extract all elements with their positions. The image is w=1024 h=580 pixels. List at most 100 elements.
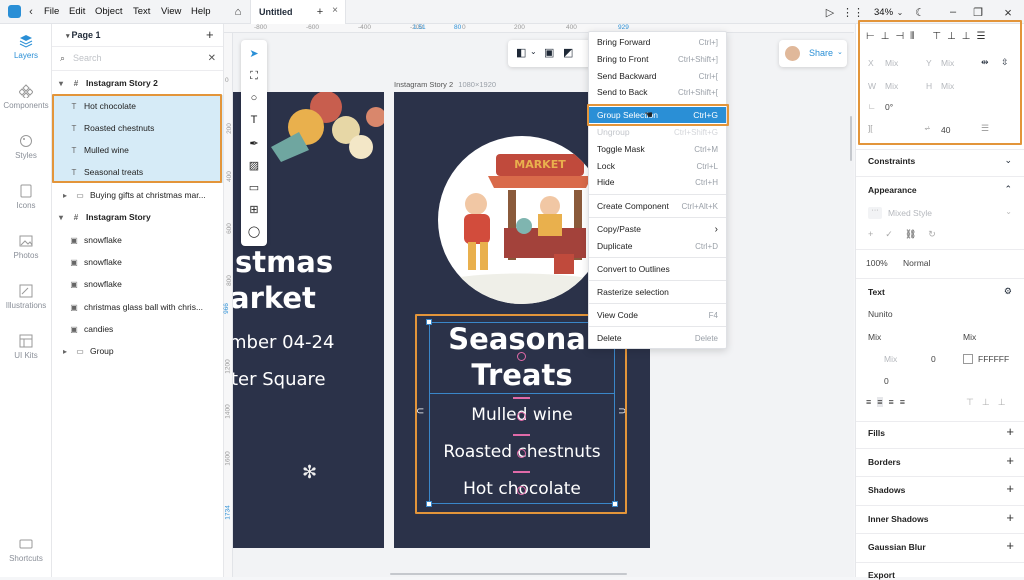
inner-shadows-header[interactable]: Inner Shadows	[868, 514, 928, 524]
nav-components[interactable]: Components	[0, 84, 52, 110]
letter-spacing-input[interactable]: 0	[931, 354, 936, 364]
chevron-down-icon[interactable]: ⌄	[1005, 207, 1012, 216]
app-logo[interactable]	[8, 5, 21, 18]
search-input[interactable]: ⌕ Search ✕	[60, 49, 216, 67]
layer-group[interactable]: ▸ ▭ Group	[52, 340, 223, 362]
frame-tool-icon[interactable]: ⛶	[247, 69, 261, 83]
align-text-left-icon[interactable]: ≡	[866, 397, 871, 407]
vertical-scrollbar[interactable]	[850, 116, 852, 161]
back-icon[interactable]: ‹	[24, 5, 38, 19]
check-icon[interactable]: ✓	[885, 229, 893, 240]
blend-mode[interactable]: Normal	[903, 258, 930, 268]
expand-icon[interactable]: ▸	[60, 347, 70, 356]
paragraph-input[interactable]: 0	[884, 376, 889, 386]
align-text-center-icon[interactable]: ≡	[877, 397, 883, 407]
fills-header[interactable]: Fills	[868, 428, 885, 438]
arrange-icon[interactable]: ◧	[516, 46, 526, 59]
layer-group-instagram-story[interactable]: ▾ # Instagram Story	[52, 206, 223, 228]
constraints-header[interactable]: Constraints	[868, 156, 915, 166]
pointer-tool-icon[interactable]: ➤	[247, 46, 261, 60]
menu-item-duplicate[interactable]: Duplicate Ctrl+D	[589, 238, 726, 254]
frame-label[interactable]: Instagram Story 2 1080×1920	[394, 80, 496, 89]
menu-item-rasterize-selection[interactable]: Rasterize selection	[589, 284, 726, 300]
pen-tool-icon[interactable]: ✒	[247, 136, 261, 150]
text-tool-icon[interactable]: T	[247, 113, 261, 127]
rectangle-tool-icon[interactable]: ▭	[247, 180, 261, 194]
menu-item-send-backward[interactable]: Send Backward Ctrl+[	[589, 68, 726, 84]
nav-illustrations[interactable]: Illustrations	[0, 284, 52, 310]
close-window-icon[interactable]: ×	[1001, 5, 1015, 20]
image-tool-icon[interactable]: ▨	[247, 158, 261, 172]
layer-image-candies[interactable]: ▣ candies	[52, 318, 223, 340]
add-inner-shadow-icon[interactable]: +	[1006, 510, 1014, 525]
add-page-icon[interactable]: +	[206, 27, 214, 42]
horizontal-scrollbar[interactable]	[390, 573, 627, 575]
chevron-down-icon[interactable]: ⌄	[530, 47, 537, 56]
new-tab-icon[interactable]: +	[313, 5, 327, 19]
menu-item-create-component[interactable]: Create Component Ctrl+Alt+K	[589, 198, 726, 214]
nav-layers[interactable]: Layers	[0, 34, 52, 60]
share-button[interactable]: Share ⌄	[779, 40, 847, 67]
menu-object[interactable]: Object	[95, 6, 122, 17]
layer-image-snowflake[interactable]: ▣ snowflake	[52, 273, 223, 295]
font-family[interactable]: Nunito	[868, 309, 893, 319]
export-header[interactable]: Export	[868, 570, 895, 580]
chevron-down-icon[interactable]: ⌄	[893, 5, 907, 19]
maximize-icon[interactable]: ❐	[971, 5, 985, 19]
add-shadow-icon[interactable]: +	[1006, 481, 1014, 496]
expand-icon[interactable]: ▾	[56, 79, 66, 88]
ellipse-tool-icon[interactable]: ○	[247, 91, 261, 105]
zoom-level[interactable]: 34%	[874, 7, 893, 18]
line-height-input[interactable]: Mix	[884, 354, 897, 364]
shadows-header[interactable]: Shadows	[868, 485, 905, 495]
menu-item-copy-paste[interactable]: Copy/Paste ›	[589, 221, 726, 237]
menu-file[interactable]: File	[44, 6, 59, 17]
page-selector[interactable]: ▾ Page 1	[66, 30, 101, 40]
add-fill-icon[interactable]: +	[1006, 424, 1014, 439]
add-border-icon[interactable]: +	[1006, 453, 1014, 468]
minimize-icon[interactable]: –	[946, 5, 960, 19]
align-text-right-icon[interactable]: ≡	[889, 397, 894, 407]
align-text-justify-icon[interactable]: ≡	[900, 397, 905, 407]
style-swatch[interactable]: ···	[868, 207, 882, 219]
opacity-input[interactable]: 100%	[866, 258, 888, 268]
align-text-top-icon[interactable]: ⊤	[966, 397, 974, 408]
play-icon[interactable]: ▷	[823, 5, 837, 19]
menu-item-send-to-back[interactable]: Send to Back Ctrl+Shift+[	[589, 84, 726, 100]
menu-view[interactable]: View	[161, 6, 181, 17]
nav-photos[interactable]: Photos	[0, 234, 52, 260]
home-icon[interactable]: ⌂	[231, 5, 245, 19]
add-blur-icon[interactable]: +	[1006, 538, 1014, 553]
appearance-header[interactable]: Appearance	[868, 185, 917, 195]
chevron-down-icon[interactable]: ⌄	[1004, 155, 1012, 166]
font-size[interactable]: Mix	[963, 332, 976, 342]
link-icon[interactable]: ⛓	[905, 229, 916, 240]
mask-icon[interactable]: ▣	[544, 46, 554, 59]
canvas[interactable]: istmas arket mber 04-24 ter Square ✻ Ins…	[233, 33, 854, 577]
font-weight[interactable]: Mix	[868, 332, 881, 342]
menu-item-toggle-mask[interactable]: Toggle Mask Ctrl+M	[589, 141, 726, 157]
chevron-up-icon[interactable]: ⌃	[1004, 184, 1012, 195]
menu-help[interactable]: Help	[191, 6, 211, 17]
expand-icon[interactable]: ▸	[60, 191, 70, 200]
nav-icons[interactable]: Icons	[0, 184, 52, 210]
moon-icon[interactable]: ☾	[913, 5, 927, 19]
color-swatch[interactable]	[963, 354, 973, 364]
menu-item-convert-to-outlines[interactable]: Convert to Outlines	[589, 261, 726, 277]
menu-item-hide[interactable]: Hide Ctrl+H	[589, 174, 726, 190]
layer-image-glass-ball[interactable]: ▣ christmas glass ball with chris...	[52, 296, 223, 318]
menu-item-bring-to-front[interactable]: Bring to Front Ctrl+Shift+]	[589, 51, 726, 67]
menu-item-view-code[interactable]: View Code F4	[589, 307, 726, 323]
borders-header[interactable]: Borders	[868, 457, 901, 467]
align-text-middle-icon[interactable]: ⊥	[982, 397, 990, 408]
expand-icon[interactable]: ▾	[56, 213, 66, 222]
layer-group-buying-gifts[interactable]: ▸ ▭ Buying gifts at christmas mar...	[52, 184, 223, 206]
menu-item-bring-forward[interactable]: Bring Forward Ctrl+]	[589, 34, 726, 50]
component-tool-icon[interactable]: ⊞	[247, 202, 261, 216]
add-style-icon[interactable]: +	[868, 229, 873, 240]
refresh-icon[interactable]: ↻	[928, 229, 936, 240]
layer-image-snowflake[interactable]: ▣ snowflake	[52, 251, 223, 273]
gaussian-blur-header[interactable]: Gaussian Blur	[868, 542, 926, 552]
tab-untitled[interactable]: Untitled ×	[250, 0, 346, 24]
menu-text[interactable]: Text	[133, 6, 150, 17]
